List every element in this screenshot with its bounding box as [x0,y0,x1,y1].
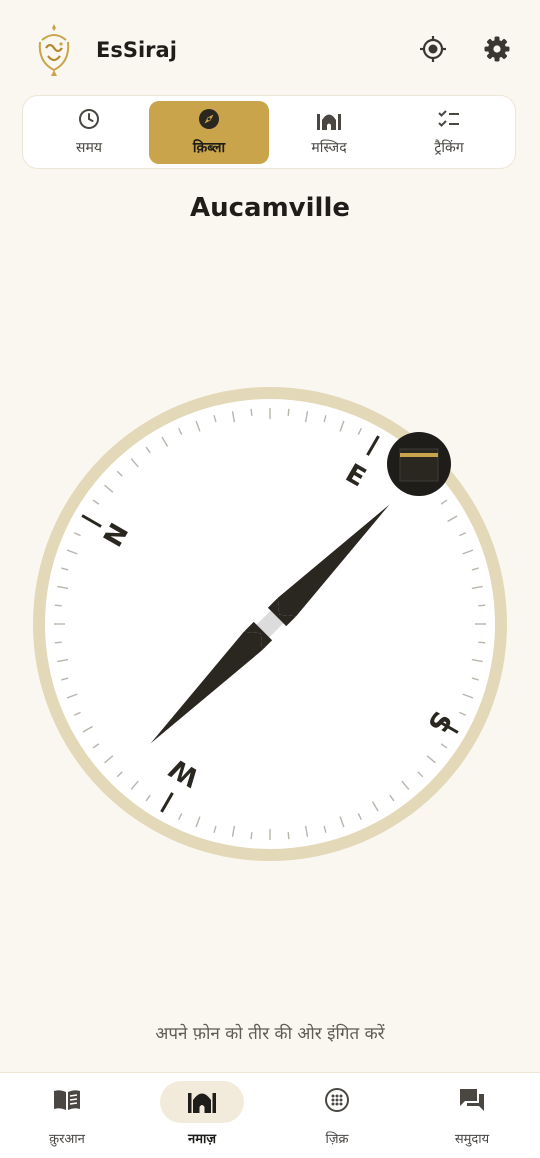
tab-qibla-label: क़िब्ला [192,140,226,156]
nav-quran-label: क़ुरआन [49,1132,85,1147]
kaaba-marker [387,432,451,496]
nav-prayer-label: नमाज़ [187,1132,216,1147]
nav-quran[interactable]: क़ुरआन [12,1081,122,1151]
clock-icon [78,108,100,134]
qibla-hint: अपने फ़ोन को तीर की ओर इंगित करें [155,1024,385,1044]
nav-community[interactable]: समुदाय [417,1081,527,1151]
compass-tick [54,604,62,607]
app-title: EsSiraj [96,38,177,62]
tab-tracking-label: ट्रैकिंग [434,140,464,156]
prayer-tabs: समय क़िब्ला मस्जिद ट्रैकिंग [22,95,516,169]
tab-mosque-label: मस्जिद [311,140,347,156]
app-logo [32,22,76,82]
compass-icon [198,108,220,134]
nav-dhikr-pill [295,1081,379,1123]
nav-community-label: समुदाय [454,1132,490,1147]
chat-icon [458,1087,486,1117]
nav-quran-pill [25,1081,109,1123]
compass-tick [478,641,486,644]
compass-tick [250,832,253,840]
tab-tracking[interactable]: ट्रैकिंग [389,101,509,164]
settings-button[interactable] [482,36,512,66]
nav-dhikr[interactable]: ज़िक्र [282,1081,392,1151]
qibla-compass: N E S W [31,385,509,863]
compass-tick [250,408,253,416]
gear-icon [483,35,511,67]
nav-community-pill [430,1081,514,1123]
bottom-navigation: क़ुरआन नमाज़ ज़िक्र समुदाय [0,1072,540,1158]
tab-mosque[interactable]: मस्जिद [269,101,389,164]
tasbih-icon [324,1087,350,1117]
mosque-icon [187,1087,217,1117]
tab-qibla[interactable]: क़िब्ला [149,101,269,164]
nav-prayer[interactable]: नमाज़ [147,1081,257,1151]
my-location-icon [419,35,447,67]
nav-dhikr-label: ज़िक्र [325,1132,349,1147]
compass-tick [287,832,290,840]
checklist-icon [437,108,461,134]
compass-tick [287,408,290,416]
city-name: Aucamville [190,193,350,223]
app-header: EsSiraj [0,0,540,100]
my-location-button[interactable] [418,36,448,66]
tab-time-label: समय [76,140,102,156]
compass-tick [54,641,62,644]
mosque-icon [316,108,342,134]
tab-time[interactable]: समय [29,101,149,164]
book-icon [52,1088,82,1116]
compass-tick [478,604,486,607]
nav-prayer-pill [160,1081,244,1123]
